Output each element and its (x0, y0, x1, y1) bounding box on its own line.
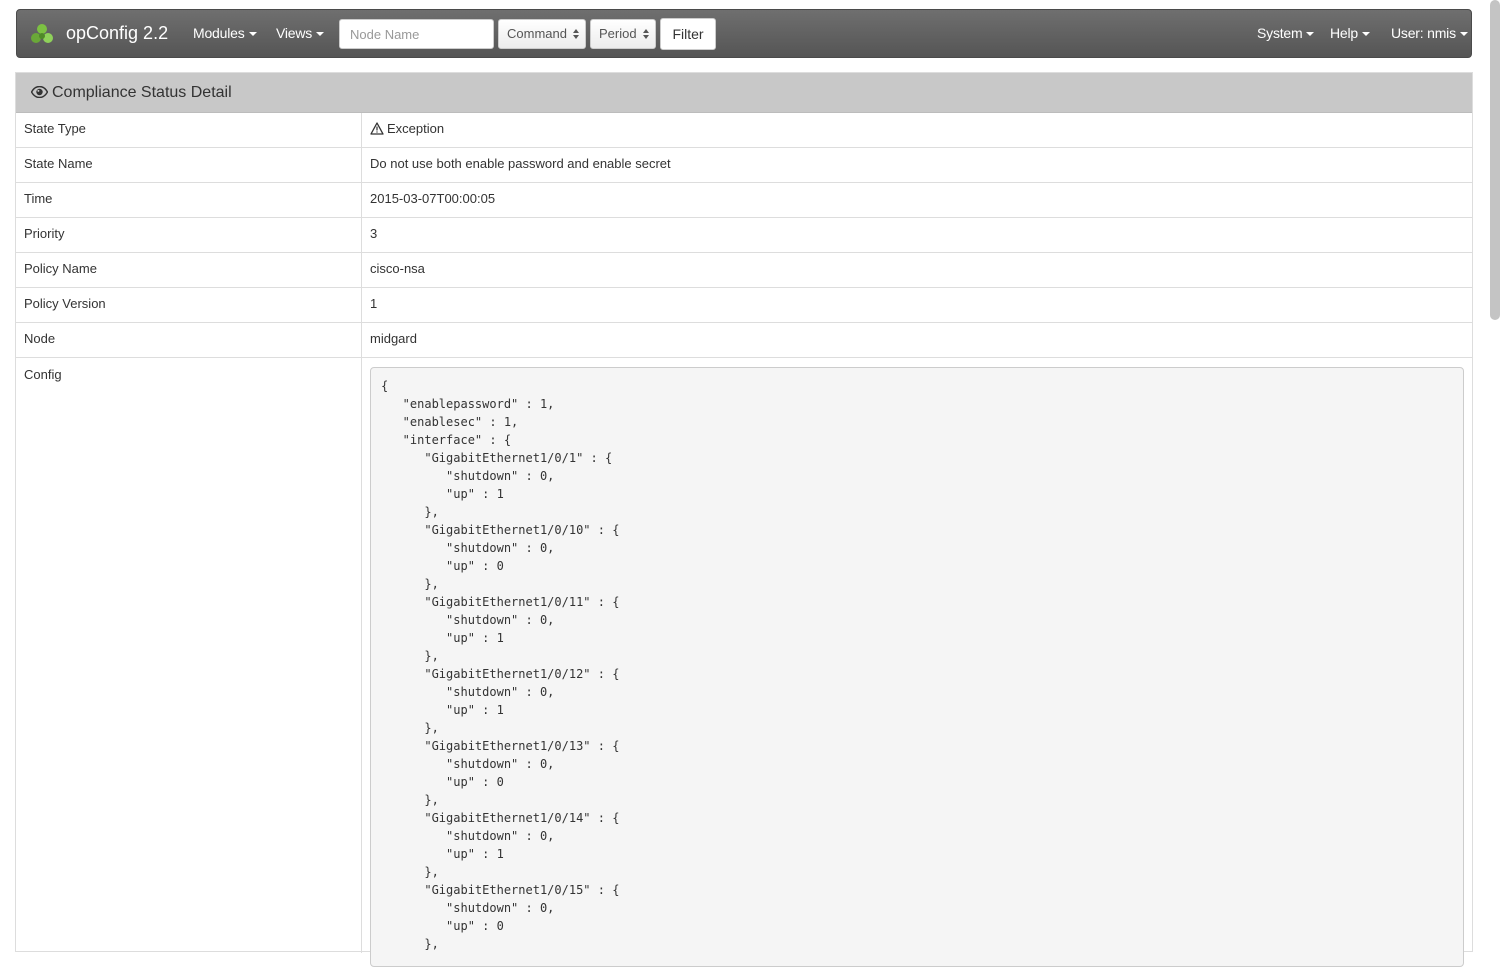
chevron-down-icon (1362, 32, 1370, 37)
detail-row-priority: Priority 3 (16, 218, 1472, 253)
command-select[interactable]: Command (498, 19, 586, 49)
detail-row-node: Node midgard (16, 323, 1472, 358)
system-menu[interactable]: System (1257, 10, 1315, 57)
system-menu-label: System (1257, 25, 1303, 41)
chevron-down-icon (316, 32, 325, 37)
row-label: Priority (24, 226, 65, 241)
row-value: 2015-03-07T00:00:05 (370, 191, 496, 206)
config-label: Config (24, 367, 62, 382)
select-arrows-icon (573, 29, 579, 39)
period-select-value: Period (599, 26, 637, 41)
views-menu-label: Views (276, 25, 313, 41)
chevron-down-icon (1459, 32, 1468, 37)
row-value: Exception (370, 113, 444, 145)
command-select-value: Command (507, 26, 567, 41)
panel-title: Compliance Status Detail (52, 84, 232, 101)
row-label: Policy Name (24, 261, 97, 276)
row-value: Do not use both enable password and enab… (370, 156, 671, 171)
views-menu[interactable]: Views (276, 10, 325, 57)
config-code-block[interactable]: { "enablepassword" : 1, "enablesec" : 1,… (370, 367, 1464, 967)
detail-row-state-name: State Name Do not use both enable passwo… (16, 148, 1472, 183)
node-name-input[interactable] (339, 19, 494, 49)
chevron-down-icon (248, 32, 257, 37)
detail-row-time: Time 2015-03-07T00:00:05 (16, 183, 1472, 218)
state-type-value: Exception (387, 121, 445, 136)
detail-row-state-type: State Type Exception (16, 113, 1472, 148)
warning-icon (370, 122, 384, 135)
user-menu-label: User: nmis (1391, 25, 1456, 41)
help-menu[interactable]: Help (1330, 10, 1370, 57)
row-value: 1 (370, 296, 378, 311)
eye-icon (31, 86, 48, 98)
row-label: State Type (24, 121, 86, 136)
row-label: Node (24, 331, 56, 346)
user-menu[interactable]: User: nmis (1391, 10, 1468, 57)
chevron-down-icon (1306, 32, 1315, 37)
modules-menu-label: Modules (193, 25, 245, 41)
row-label: Policy Version (24, 296, 106, 311)
period-select[interactable]: Period (590, 19, 656, 49)
modules-menu[interactable]: Modules (193, 10, 257, 57)
row-label: State Name (24, 156, 93, 171)
row-label: Time (24, 191, 53, 206)
filter-button[interactable]: Filter (660, 18, 716, 50)
top-navbar: opConfig 2.2 Modules Views Command Perio… (16, 9, 1472, 58)
select-arrows-icon (643, 29, 649, 39)
page-scrollbar-thumb[interactable] (1490, 0, 1500, 320)
panel-heading: Compliance Status Detail (16, 73, 1472, 113)
compliance-status-panel: Compliance Status Detail State Type Exce… (15, 72, 1473, 967)
detail-row-policy-version: Policy Version 1 (16, 288, 1472, 323)
row-value: midgard (370, 331, 417, 346)
detail-row-policy-name: Policy Name cisco-nsa (16, 253, 1472, 288)
row-value: cisco-nsa (370, 261, 425, 276)
opconfig-logo-icon (31, 24, 53, 43)
row-value: 3 (370, 226, 378, 241)
brand-title[interactable]: opConfig 2.2 (66, 10, 168, 57)
help-menu-label: Help (1330, 25, 1358, 41)
